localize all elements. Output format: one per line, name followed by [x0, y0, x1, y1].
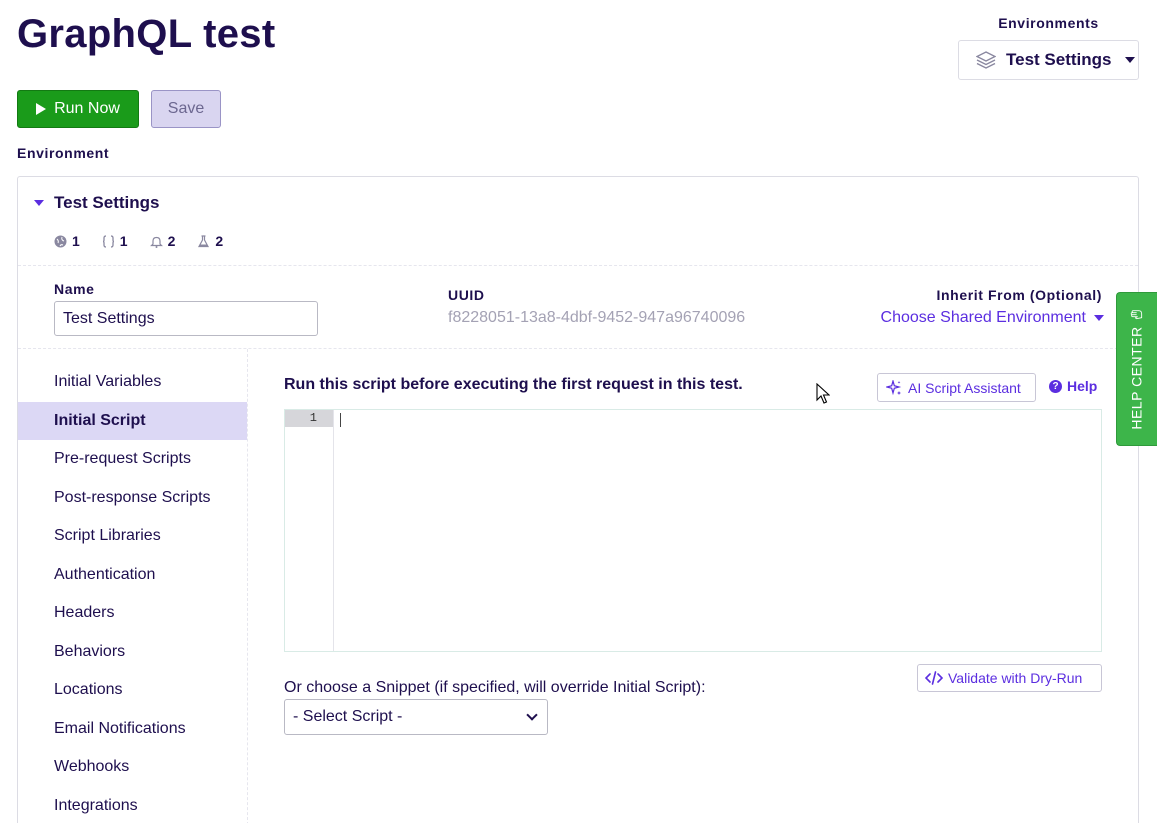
sidebar-item-pre-request-scripts[interactable]: Pre-request Scripts	[18, 440, 247, 479]
stat-count: 2	[215, 233, 224, 249]
inherit-from-value: Choose Shared Environment	[880, 309, 1086, 326]
play-icon	[36, 103, 47, 115]
environment-section-label: Environment	[17, 145, 110, 161]
name-input[interactable]	[54, 301, 318, 336]
hand-wave-icon	[1131, 309, 1143, 319]
ai-script-assistant-button[interactable]: AI Script Assistant	[877, 373, 1036, 402]
sidebar-item-initial-script[interactable]: Initial Script	[18, 401, 247, 440]
inherit-from-label: Inherit From (Optional)	[936, 287, 1102, 303]
sidebar-item-behaviors[interactable]: Behaviors	[18, 633, 247, 672]
caret-down-icon	[1125, 57, 1136, 63]
uuid-label: UUID	[448, 287, 485, 303]
layers-icon	[976, 51, 996, 69]
panel-title: Test Settings	[54, 193, 160, 212]
validate-dry-run-button[interactable]: Validate with Dry-Run	[917, 664, 1102, 692]
flask-icon	[198, 234, 210, 247]
sidebar-item-locations[interactable]: Locations	[18, 671, 247, 710]
stat-notifications: 2	[149, 233, 176, 249]
caret-down-icon	[34, 200, 44, 206]
run-now-label: Run Now	[54, 100, 120, 117]
snippet-label: Or choose a Snippet (if specified, will …	[284, 679, 706, 696]
environment-panel: Test Settings 1 1 2 2 Name UUID f8228051…	[17, 176, 1139, 823]
snippet-select-value: - Select Script -	[293, 708, 403, 725]
braces-icon	[102, 234, 114, 248]
sparkle-icon	[886, 379, 902, 395]
caret-down-icon	[1094, 315, 1104, 321]
script-editor[interactable]: 1	[284, 409, 1102, 652]
sidebar-item-headers[interactable]: Headers	[18, 594, 247, 633]
uuid-value: f8228051-13a8-4dbf-9452-947a96740096	[448, 309, 746, 326]
sidebar-item-email-notifications[interactable]: Email Notifications	[18, 710, 247, 749]
sidebar-item-post-response-scripts[interactable]: Post-response Scripts	[18, 479, 247, 518]
bell-icon	[149, 236, 163, 248]
sidebar-item-initial-variables[interactable]: Initial Variables	[18, 363, 247, 402]
stat-count: 1	[72, 233, 80, 249]
stat-tests: 2	[197, 233, 223, 249]
panel-header-toggle[interactable]: Test Settings	[34, 193, 159, 213]
help-center-label: HELP CENTER	[1129, 326, 1145, 430]
script-section-title: Run this script before executing the fir…	[284, 376, 743, 393]
stat-count: 1	[119, 233, 128, 249]
page-title: GraphQL test	[17, 12, 276, 56]
help-center-tab[interactable]: HELP CENTER	[1116, 292, 1157, 446]
sidebar-item-integrations[interactable]: Integrations	[18, 787, 247, 823]
choose-shared-environment-dropdown[interactable]: Choose Shared Environment	[881, 309, 1104, 327]
environment-selector[interactable]: Test Settings	[958, 40, 1139, 80]
snippet-select[interactable]: - Select Script -	[284, 699, 548, 735]
run-now-button[interactable]: Run Now	[17, 90, 139, 128]
stat-count: 2	[167, 233, 176, 249]
save-button[interactable]: Save	[151, 90, 221, 128]
editor-gutter: 1	[285, 410, 334, 651]
divider	[18, 265, 1138, 266]
validate-dry-run-label: Validate with Dry-Run	[948, 670, 1083, 686]
chevron-down-icon	[526, 709, 538, 721]
globe-icon	[54, 235, 67, 247]
environments-label: Environments	[998, 15, 1099, 31]
sidebar-item-webhooks[interactable]: Webhooks	[18, 748, 247, 787]
help-label: Help	[1067, 378, 1098, 394]
stat-variables: 1	[54, 233, 80, 249]
environment-selector-label: Test Settings	[1006, 50, 1112, 69]
line-number: 1	[285, 410, 333, 427]
question-icon: ?	[1049, 379, 1062, 393]
panel-stats: 1 1 2 2	[54, 233, 223, 249]
stat-scripts: 1	[102, 233, 128, 249]
sidebar-item-script-libraries[interactable]: Script Libraries	[18, 517, 247, 556]
code-icon	[925, 671, 943, 685]
help-link[interactable]: ? Help	[1049, 378, 1097, 394]
name-label: Name	[54, 281, 95, 297]
settings-sidebar: Initial Variables Initial Script Pre-req…	[18, 349, 248, 823]
ai-script-assistant-label: AI Script Assistant	[908, 379, 1021, 396]
text-cursor	[340, 413, 341, 427]
sidebar-item-authentication[interactable]: Authentication	[18, 556, 247, 595]
mouse-pointer-icon	[816, 383, 830, 404]
